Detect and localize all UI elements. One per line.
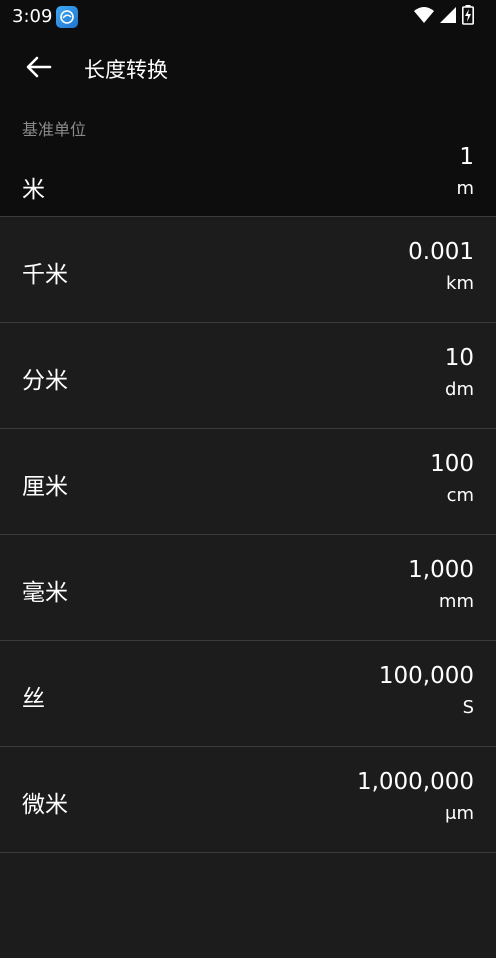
unit-row-kilometer[interactable]: 千米 0.001 km [0,216,496,322]
unit-name: 微米 [22,792,68,818]
unit-value: 1,000 [408,557,474,583]
unit-value: 0.001 [408,239,474,265]
unit-row-decimeter[interactable]: 分米 10 dm [0,322,496,428]
unit-row-micrometer[interactable]: 微米 1,000,000 μm [0,746,496,852]
toolbar: 长度转换 [0,34,496,102]
app-icon [56,6,78,28]
unit-name: 厘米 [22,474,68,500]
back-button[interactable] [22,50,56,84]
unit-value: 100 [430,451,474,477]
base-unit-label: 基准单位 [22,120,87,139]
unit-name: 千米 [22,262,68,288]
unit-symbol: dm [445,379,474,400]
back-arrow-icon [26,56,52,78]
unit-row-millimeter[interactable]: 毫米 1,000 mm [0,534,496,640]
battery-charging-icon [462,5,474,29]
unit-row-centimeter[interactable]: 厘米 100 cm [0,428,496,534]
base-unit-section[interactable]: 基准单位 米 1 m [0,102,496,216]
unit-name: 分米 [22,368,68,394]
unit-symbol: cm [446,485,474,506]
status-bar: 3:09 [0,0,496,34]
unit-symbol: km [446,273,474,294]
unit-row-partial[interactable] [0,852,496,958]
base-unit-symbol: m [456,178,474,199]
unit-value: 1,000,000 [356,769,474,795]
wifi-icon [414,6,434,28]
base-unit-name: 米 [22,177,45,203]
unit-name: 丝 [22,686,45,712]
status-icons [414,5,474,29]
unit-name: 毫米 [22,580,68,606]
signal-icon [440,6,456,28]
unit-symbol: S [462,697,474,718]
unit-value: 10 [444,345,474,371]
status-time: 3:09 [12,6,53,27]
unit-row-si[interactable]: 丝 100,000 S [0,640,496,746]
base-unit-value: 1 [459,144,474,170]
unit-list: 千米 0.001 km 分米 10 dm 厘米 100 cm 毫米 1,000 … [0,216,496,958]
page-title: 长度转换 [84,58,168,82]
unit-value: 100,000 [378,663,474,689]
unit-symbol: μm [445,803,474,824]
unit-symbol: mm [438,591,474,612]
